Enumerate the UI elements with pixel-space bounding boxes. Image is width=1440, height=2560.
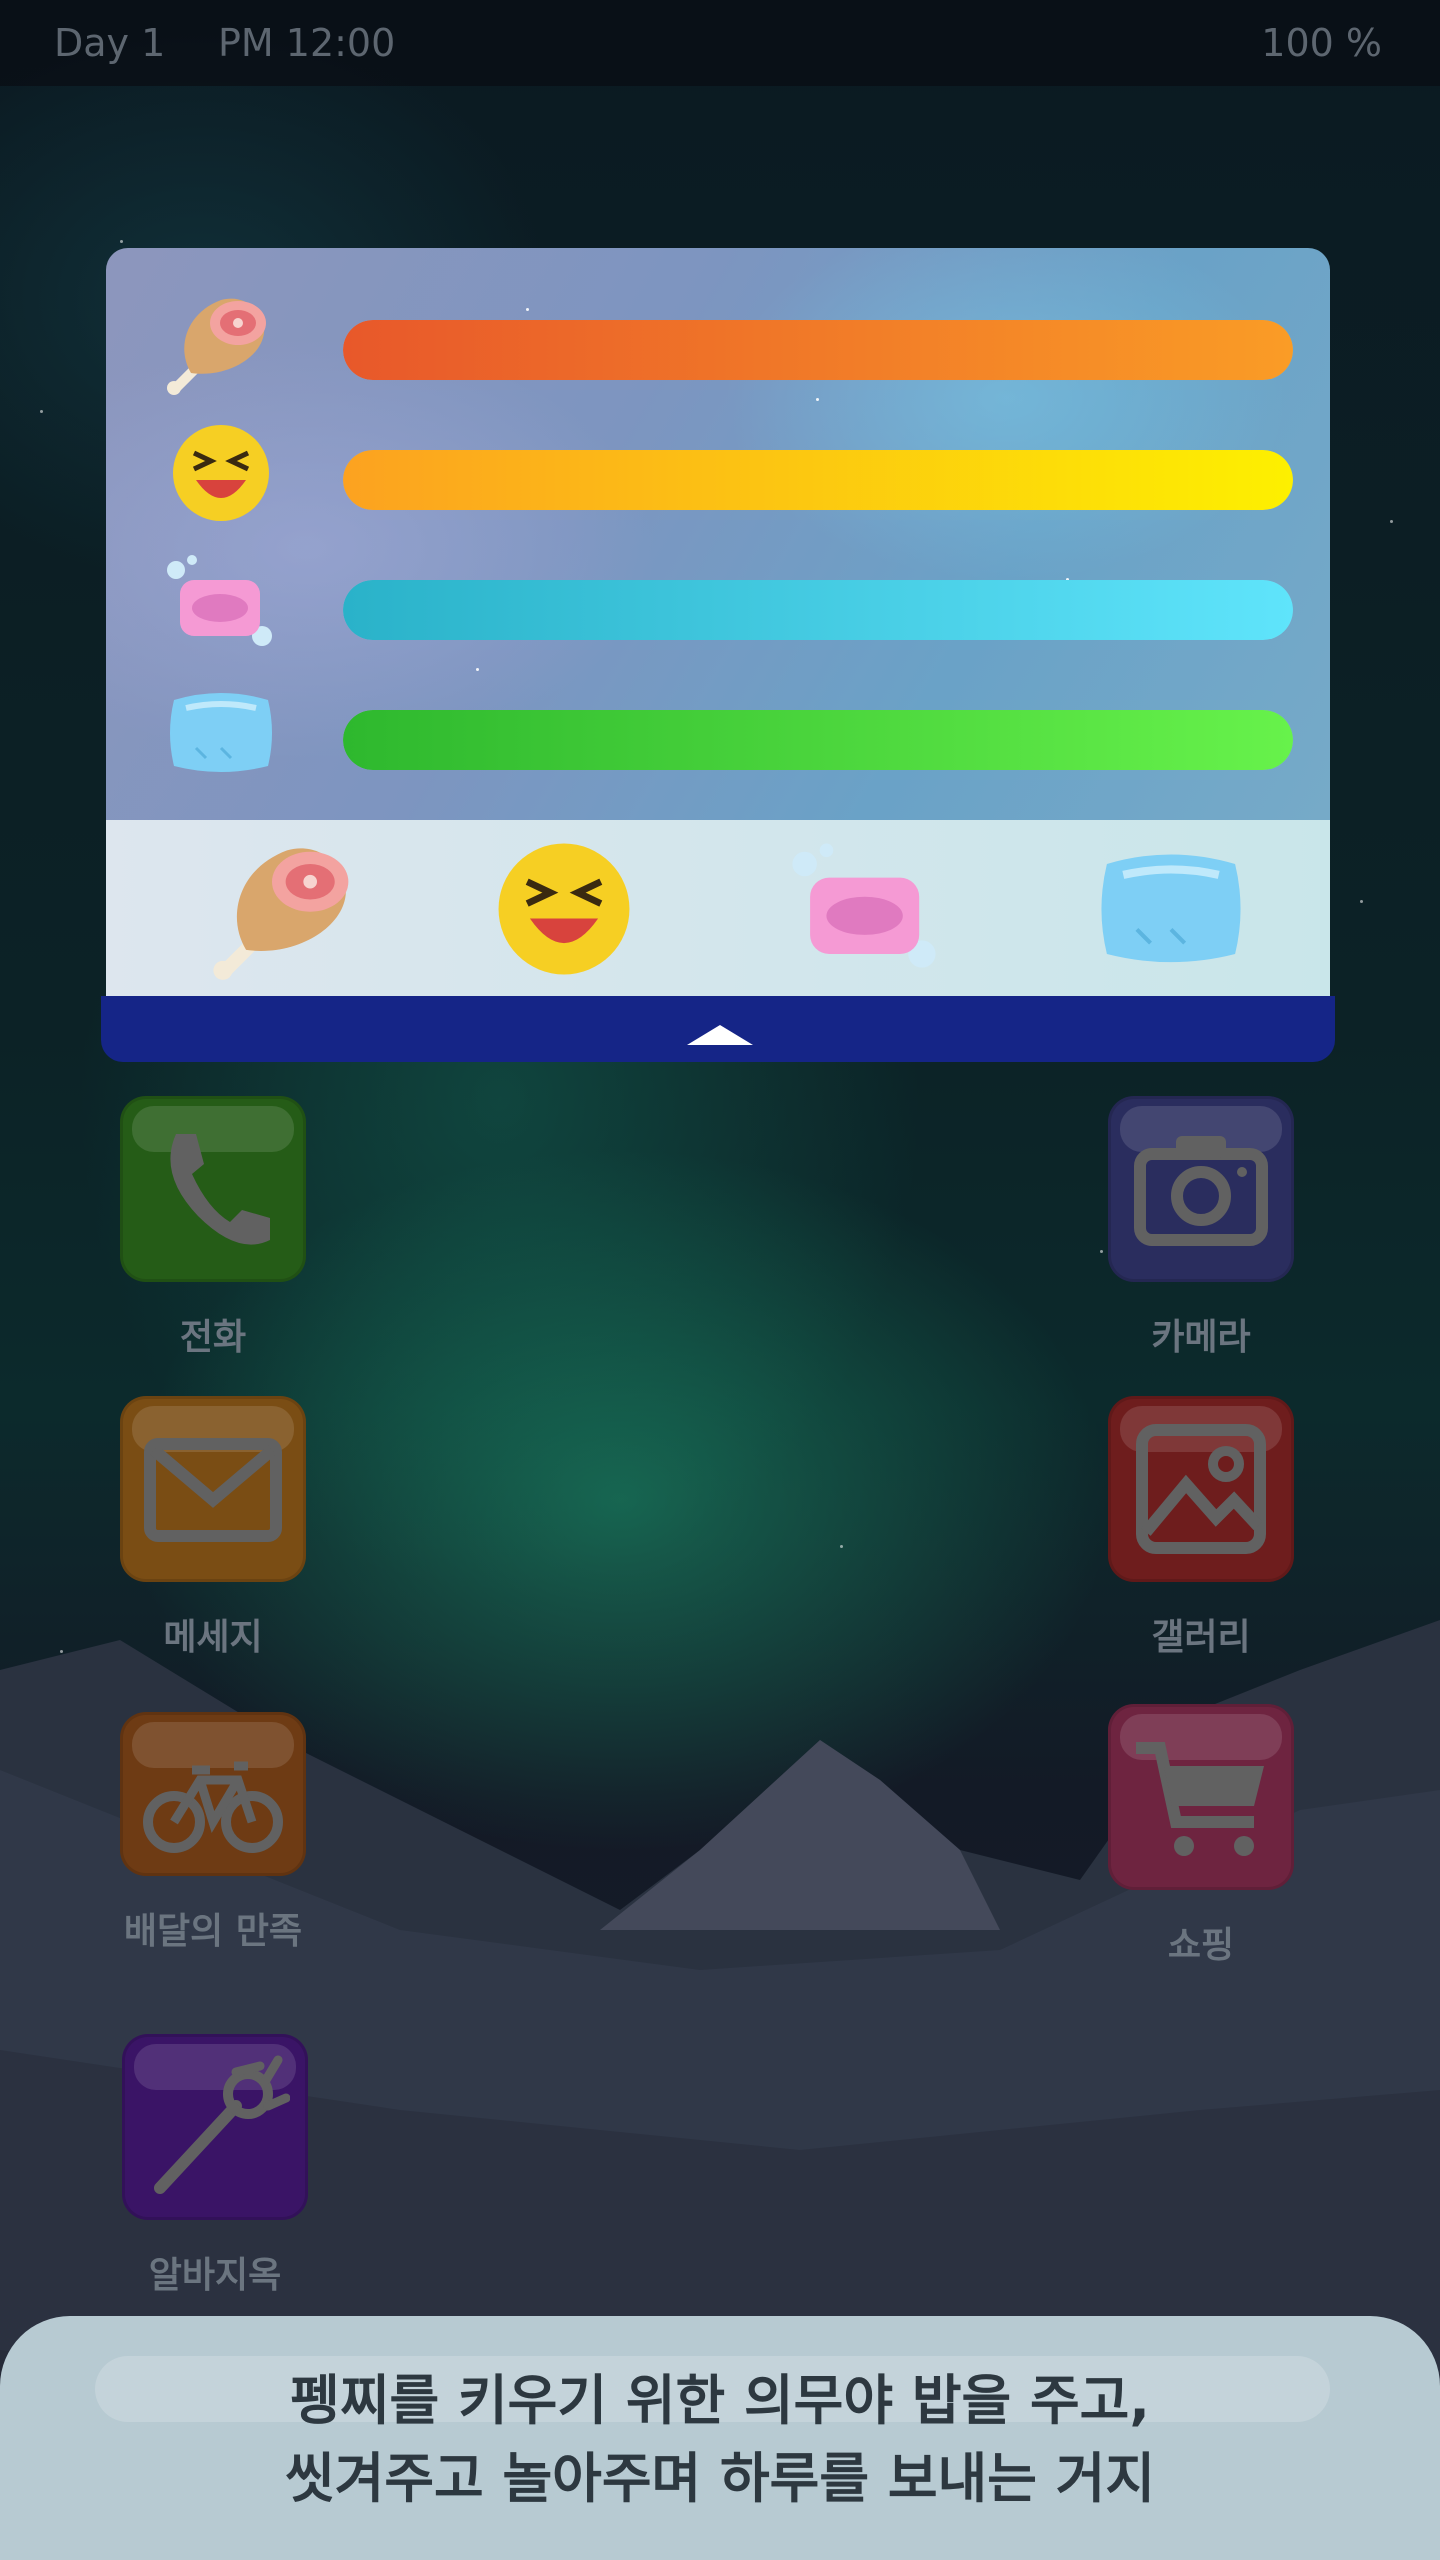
cleanliness-bar-fill xyxy=(343,580,1293,640)
play-button[interactable] xyxy=(489,834,639,984)
app-camera-label: 카메라 xyxy=(1151,1317,1251,1358)
app-alba[interactable]: 알바지옥 xyxy=(120,2034,310,2298)
app-phone-label: 전화 xyxy=(179,1317,247,1358)
mail-icon xyxy=(144,1438,282,1542)
clock: PM 12:00 xyxy=(218,21,396,65)
app-shopping-tile xyxy=(1108,1704,1294,1890)
app-camera[interactable]: 카메라 xyxy=(1106,1096,1296,1360)
app-gallery[interactable]: 갤러리 xyxy=(1106,1396,1296,1660)
chevron-up-icon xyxy=(687,1025,753,1045)
battery-level: 100 % xyxy=(1261,21,1382,65)
pillow-icon xyxy=(170,693,272,772)
meat-icon xyxy=(167,298,266,395)
pillow-icon xyxy=(1101,854,1241,963)
sleep-bar-fill xyxy=(343,710,1293,770)
care-action-bar xyxy=(106,820,1330,998)
soap-icon xyxy=(167,555,272,646)
app-phone[interactable]: 전화 xyxy=(118,1096,308,1360)
app-gallery-tile xyxy=(1108,1396,1294,1582)
wash-button[interactable] xyxy=(791,834,941,984)
cleanliness-bar xyxy=(343,580,1293,640)
feed-button[interactable] xyxy=(212,834,362,984)
bicycle-icon xyxy=(143,1761,283,1853)
status-bar: Day 1 PM 12:00 100 % xyxy=(0,0,1440,86)
stats-panel xyxy=(106,248,1330,820)
image-icon xyxy=(1136,1424,1266,1554)
app-message[interactable]: 메세지 xyxy=(118,1396,308,1660)
app-gallery-label: 갤러리 xyxy=(1151,1617,1251,1658)
app-camera-tile xyxy=(1108,1096,1294,1282)
app-alba-tile xyxy=(122,2034,308,2220)
app-delivery-label: 배달의 만족 xyxy=(123,1911,303,1952)
app-shopping[interactable]: 쇼핑 xyxy=(1106,1704,1296,1968)
happiness-bar xyxy=(343,450,1293,510)
app-shopping-label: 쇼핑 xyxy=(1167,1925,1235,1966)
happiness-bar-fill xyxy=(343,450,1293,510)
app-delivery[interactable]: 배달의 만족 xyxy=(118,1712,308,1954)
soap-icon xyxy=(792,843,936,968)
app-message-tile xyxy=(120,1396,306,1582)
dialog-box[interactable]: 펭찌를 키우기 위한 의무야 밥을 주고, 씻겨주고 놀아주며 하루를 보내는 … xyxy=(0,2316,1440,2560)
camera-icon xyxy=(1134,1136,1268,1246)
dialog-line-2: 씻겨주고 놀아주며 하루를 보내는 거지 xyxy=(284,2447,1156,2510)
meat-icon xyxy=(213,848,349,980)
phone-icon xyxy=(170,1134,270,1245)
sleep-bar xyxy=(343,710,1293,770)
stat-row-happiness xyxy=(106,418,1330,528)
app-phone-tile xyxy=(120,1096,306,1282)
stat-row-hunger xyxy=(106,288,1330,398)
hunger-bar xyxy=(343,320,1293,380)
cart-icon xyxy=(1136,1742,1264,1856)
laughing-face-icon xyxy=(498,843,630,975)
hunger-bar-fill xyxy=(343,320,1293,380)
app-alba-label: 알바지옥 xyxy=(148,2255,282,2296)
day-counter: Day 1 xyxy=(54,21,166,65)
stat-row-sleep xyxy=(106,678,1330,788)
stat-row-cleanliness xyxy=(106,548,1330,658)
app-delivery-tile xyxy=(120,1712,306,1876)
laughing-face-icon xyxy=(173,425,269,521)
app-message-label: 메세지 xyxy=(163,1617,263,1658)
sleep-button[interactable] xyxy=(1096,834,1246,984)
dialog-line-1: 펭찌를 키우기 위한 의무야 밥을 주고, xyxy=(290,2369,1150,2432)
pitchfork-icon xyxy=(154,2055,290,2194)
